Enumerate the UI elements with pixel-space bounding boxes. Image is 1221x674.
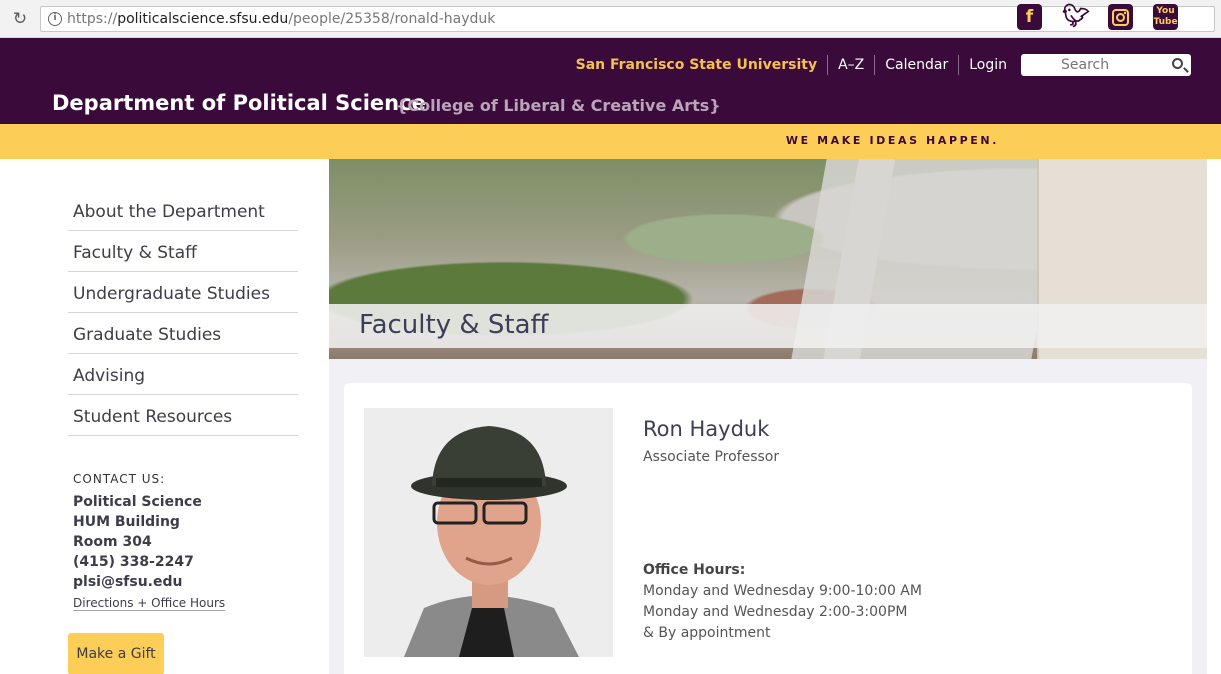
calendar-link[interactable]: Calendar	[875, 57, 958, 73]
instagram-glyph	[1110, 7, 1131, 28]
search-input[interactable]	[1021, 54, 1161, 76]
sidebar-item-undergraduate[interactable]: Undergraduate Studies	[68, 272, 298, 313]
directions-link[interactable]: Directions + Office Hours	[73, 596, 226, 611]
contact-line: Room 304	[73, 534, 152, 550]
office-hours-line: & By appointment	[643, 625, 771, 641]
office-hours-line: Monday and Wednesday 9:00-10:00 AM	[643, 583, 922, 599]
sidebar-item-graduate[interactable]: Graduate Studies	[68, 313, 298, 354]
site-header: San Francisco State University A–Z Calen…	[0, 38, 1221, 124]
contact-email[interactable]: plsi@sfsu.edu	[73, 572, 313, 592]
profile-name: Ron Hayduk	[643, 417, 770, 441]
url-host: politicalscience.sfsu.edu	[117, 11, 289, 27]
url-scheme: https://	[67, 11, 118, 27]
tagline-bar: WE MAKE IDEAS HAPPEN.	[0, 124, 1221, 159]
sidebar-item-faculty-staff[interactable]: Faculty & Staff	[68, 231, 298, 272]
utility-nav: San Francisco State University A–Z Calen…	[566, 54, 1191, 76]
facebook-icon[interactable]: f	[1017, 4, 1042, 30]
sidebar-item-advising[interactable]: Advising	[68, 354, 298, 395]
college-name[interactable]: {College of Liberal & Creative Arts}	[396, 96, 721, 115]
profile-title: Associate Professor	[643, 449, 780, 465]
contact-block: CONTACT US: Political Science HUM Buildi…	[73, 472, 313, 611]
twitter-icon[interactable]: 🐦︎	[1062, 4, 1090, 30]
sidebar-item-student-resources[interactable]: Student Resources	[68, 395, 298, 436]
reload-icon[interactable]: ↻	[10, 9, 30, 29]
search-icon[interactable]	[1172, 58, 1183, 69]
instagram-icon[interactable]	[1108, 4, 1133, 30]
az-link[interactable]: A–Z	[828, 57, 874, 73]
youtube-icon[interactable]: You Tube	[1153, 4, 1178, 30]
profile-photo	[364, 408, 613, 657]
contact-line: HUM Building	[73, 514, 180, 530]
office-hours-line: Monday and Wednesday 2:00-3:00PM	[643, 604, 908, 620]
url-text: https://politicalscience.sfsu.edu/people…	[67, 11, 495, 27]
contact-heading: CONTACT US:	[73, 472, 166, 486]
university-link[interactable]: San Francisco State University	[566, 57, 827, 73]
portrait-illustration	[364, 408, 613, 657]
office-hours-label: Office Hours:	[643, 562, 746, 578]
contact-line: Political Science	[73, 494, 202, 510]
sidebar-item-about[interactable]: About the Department	[68, 190, 298, 231]
page-title: Faculty & Staff	[359, 310, 549, 340]
make-a-gift-button[interactable]: Make a Gift	[68, 633, 164, 674]
info-icon[interactable]: i	[48, 12, 62, 26]
url-path: /people/25358/ronald-hayduk	[288, 11, 496, 27]
hero-banner: Faculty & Staff	[329, 159, 1207, 359]
department-title[interactable]: Department of Political Science	[52, 91, 426, 115]
contact-phone: (415) 338-2247	[73, 554, 194, 570]
search-box	[1021, 54, 1191, 76]
login-link[interactable]: Login	[959, 57, 1017, 73]
sidebar-nav: About the Department Faculty & Staff Und…	[68, 190, 298, 436]
tagline: WE MAKE IDEAS HAPPEN.	[785, 134, 999, 147]
